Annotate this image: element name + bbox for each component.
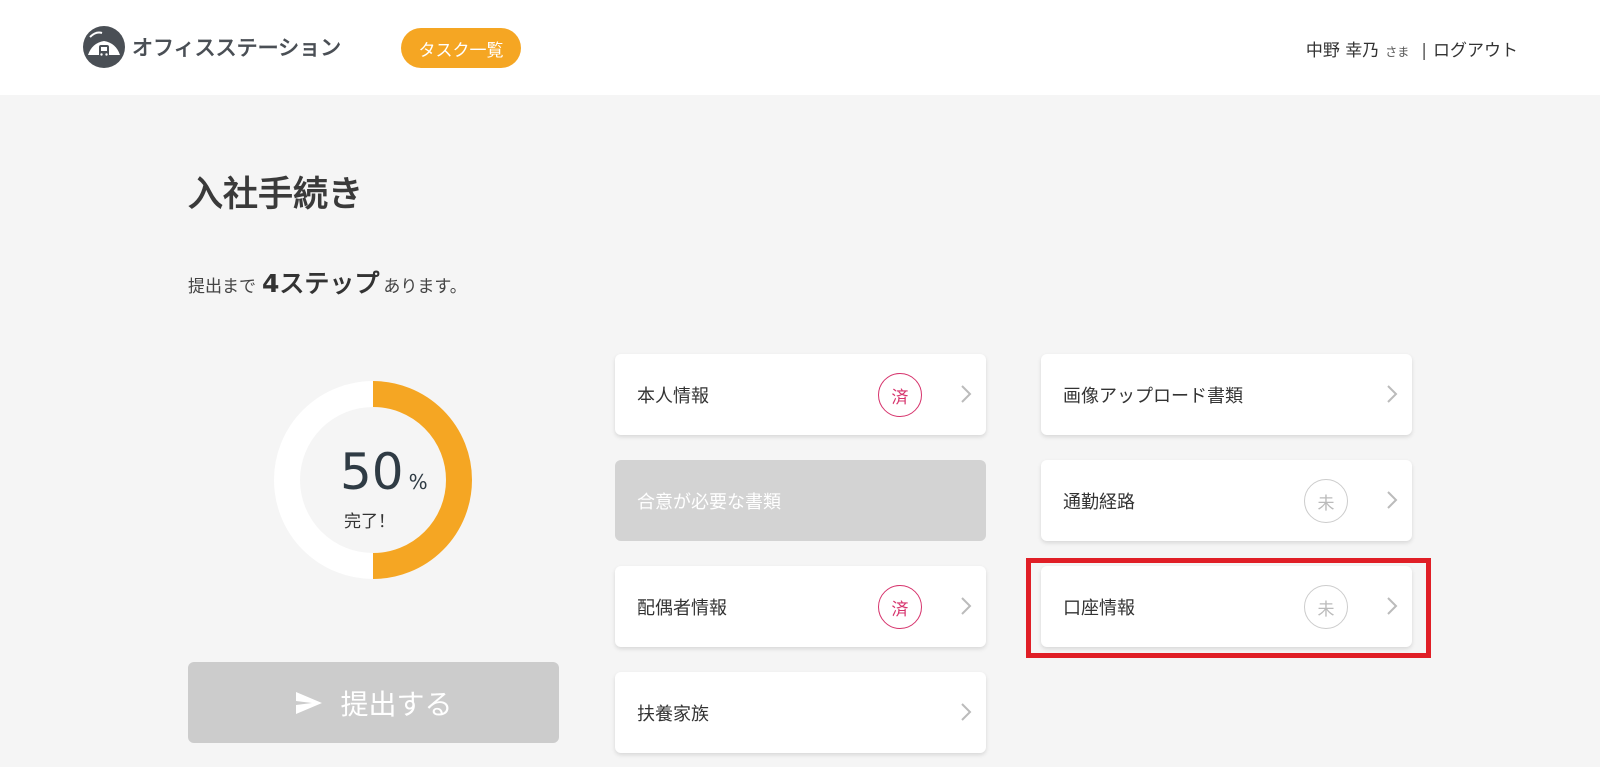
chevron-right-icon	[961, 703, 972, 721]
card-label: 配偶者情報	[637, 597, 727, 619]
logo[interactable]: オフィスステーション	[82, 25, 341, 69]
user-name: 中野 幸乃	[1305, 41, 1380, 61]
chevron-right-icon	[961, 597, 972, 615]
status-badge-done: 済	[878, 585, 922, 629]
status-badge-pending: 未	[1304, 479, 1348, 523]
card-label: 通勤経路	[1063, 491, 1135, 513]
card-label: 画像アップロード書類	[1063, 385, 1243, 407]
progress-label: 50 % 完了！	[274, 381, 472, 579]
task-list-button[interactable]: タスク一覧	[401, 28, 521, 68]
steps-suffix: あります。	[383, 277, 467, 297]
user-area: 中野 幸乃 さま | ログアウト	[1306, 36, 1518, 61]
card-bank-account[interactable]: 口座情報 未	[1041, 566, 1412, 647]
submit-button[interactable]: 提出する	[188, 662, 559, 743]
chevron-right-icon	[961, 385, 972, 403]
user-separator: |	[1421, 41, 1427, 61]
steps-count: 4ステップ	[262, 269, 380, 298]
progress-unit: %	[408, 470, 428, 494]
card-label: 合意が必要な書類	[637, 491, 781, 513]
status-badge-pending: 未	[1304, 585, 1348, 629]
card-spouse-info[interactable]: 配偶者情報 済	[615, 566, 986, 647]
card-commute-route[interactable]: 通勤経路 未	[1041, 460, 1412, 541]
card-label: 扶養家族	[637, 703, 709, 725]
chevron-right-icon	[1387, 491, 1398, 509]
card-label: 口座情報	[1063, 597, 1135, 619]
chevron-right-icon	[1387, 385, 1398, 403]
user-honorific: さま	[1385, 45, 1410, 59]
progress-value: 50 %	[340, 447, 428, 497]
progress-complete-label: 完了！	[344, 512, 395, 532]
status-badge-done: 済	[878, 373, 922, 417]
send-icon	[296, 691, 323, 714]
card-personal-info[interactable]: 本人情報 済	[615, 354, 986, 435]
card-dependents[interactable]: 扶養家族	[615, 672, 986, 753]
card-consent-documents: 合意が必要な書類	[615, 460, 986, 541]
logout-link[interactable]: ログアウト	[1433, 36, 1518, 61]
steps-remaining: 提出まで 4ステップ あります。	[188, 264, 467, 300]
progress-percent: 50	[340, 443, 404, 501]
header: オフィスステーション タスク一覧 中野 幸乃 さま | ログアウト	[0, 0, 1600, 95]
chevron-right-icon	[1387, 597, 1398, 615]
steps-prefix: 提出まで	[188, 277, 256, 297]
card-image-upload-documents[interactable]: 画像アップロード書類	[1041, 354, 1412, 435]
card-label: 本人情報	[637, 385, 709, 407]
logo-icon	[83, 26, 125, 68]
logo-text: オフィスステーション	[132, 36, 342, 60]
submit-label: 提出する	[340, 687, 453, 721]
page-title: 入社手続き	[188, 175, 364, 215]
